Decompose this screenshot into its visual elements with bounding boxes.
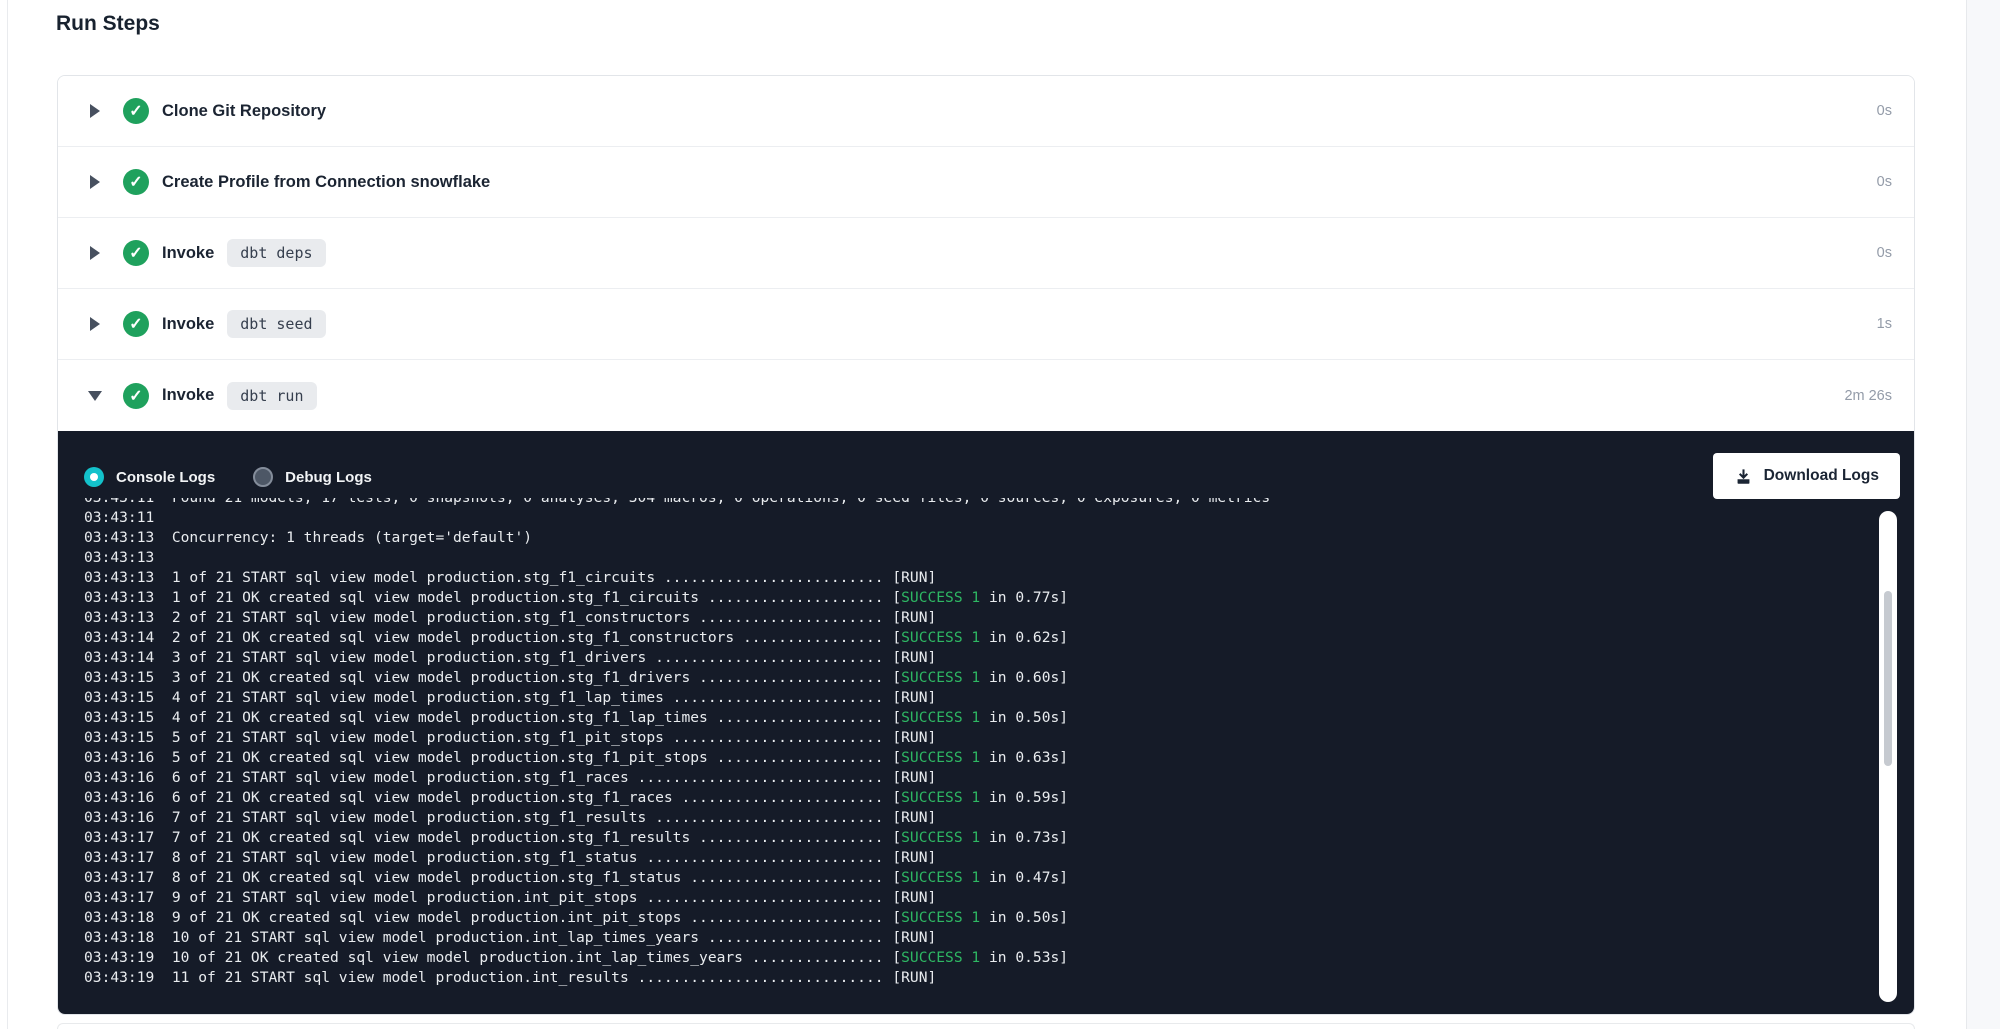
step-duration: 0s [1877, 245, 1914, 261]
step-row-0[interactable]: ✓ Clone Git Repository 0s [58, 76, 1914, 147]
log-line: 03:43:15 4 of 21 START sql view model pr… [84, 688, 1870, 708]
log-line: 03:43:17 7 of 21 OK created sql view mod… [84, 828, 1870, 848]
success-check-icon: ✓ [123, 383, 149, 409]
step-duration: 2m 26s [1844, 388, 1914, 404]
log-line: 03:43:16 5 of 21 OK created sql view mod… [84, 748, 1870, 768]
command-pill: dbt run [227, 382, 316, 410]
download-logs-label: Download Logs [1764, 467, 1879, 485]
run-steps-list: ✓ Clone Git Repository 0s ✓ Create Profile f… [58, 76, 1914, 431]
console-logs-label: Console Logs [116, 469, 215, 486]
command-pill: dbt seed [227, 310, 325, 338]
log-line: 03:43:14 3 of 21 START sql view model pr… [84, 648, 1870, 668]
next-section-top-edge [57, 1023, 1915, 1029]
command-pill: dbt deps [227, 239, 325, 267]
log-line: 03:43:11 Found 21 models, 17 tests, 0 sn… [84, 498, 1870, 508]
step-duration: 0s [1877, 174, 1914, 190]
debug-logs-radio[interactable]: Debug Logs [253, 467, 372, 487]
step-label: Create Profile from Connection snowflake [162, 173, 490, 192]
log-line: 03:43:18 10 of 21 START sql view model p… [84, 928, 1870, 948]
log-line: 03:43:15 3 of 21 OK created sql view mod… [84, 668, 1870, 688]
step-row-1[interactable]: ✓ Create Profile from Connection snowflak… [58, 147, 1914, 218]
log-line: 03:43:16 6 of 21 OK created sql view mod… [84, 788, 1870, 808]
log-line: 03:43:13 1 of 21 OK created sql view mod… [84, 588, 1870, 608]
step-row-2[interactable]: ✓ Invoke dbt deps 0s [58, 218, 1914, 289]
caret-down-icon[interactable] [89, 391, 101, 401]
log-line: 03:43:17 8 of 21 OK created sql view mod… [84, 868, 1870, 888]
debug-logs-label: Debug Logs [285, 469, 372, 486]
log-line: 03:43:13 [84, 548, 1870, 568]
success-check-icon: ✓ [123, 311, 149, 337]
caret-right-icon[interactable] [89, 317, 101, 331]
step-label: Invoke [162, 315, 214, 334]
log-line: 03:43:16 6 of 21 START sql view model pr… [84, 768, 1870, 788]
log-scrollbar-thumb[interactable] [1884, 591, 1892, 766]
log-line: 03:43:19 11 of 21 START sql view model p… [84, 968, 1870, 987]
log-line: 03:43:15 5 of 21 START sql view model pr… [84, 728, 1870, 748]
run-steps-card: ✓ Clone Git Repository 0s ✓ Create Profile f… [57, 75, 1915, 1015]
success-check-icon: ✓ [123, 169, 149, 195]
step-label: Clone Git Repository [162, 102, 326, 121]
log-viewport: 03:43:11 Found 21 models, 17 tests, 0 sn… [84, 498, 1870, 987]
radio-unselected-icon[interactable] [253, 467, 273, 487]
success-check-icon: ✓ [123, 98, 149, 124]
step-row-3[interactable]: ✓ Invoke dbt seed 1s [58, 289, 1914, 360]
log-line: 03:43:15 4 of 21 OK created sql view mod… [84, 708, 1870, 728]
console-logs-radio[interactable]: Console Logs [84, 467, 215, 487]
step-duration: 0s [1877, 103, 1914, 119]
page-title: Run Steps [56, 12, 160, 36]
step-label: Invoke [162, 244, 214, 263]
caret-shape [90, 104, 100, 118]
download-logs-button[interactable]: Download Logs [1713, 453, 1900, 499]
log-line: 03:43:11 [84, 508, 1870, 528]
caret-shape [90, 246, 100, 260]
caret-shape [88, 391, 102, 401]
caret-shape [90, 317, 100, 331]
left-panel-divider [7, 0, 8, 1029]
log-scrollbar-track[interactable] [1879, 511, 1897, 1002]
log-lines: 03:43:11 Found 21 models, 17 tests, 0 sn… [84, 498, 1870, 987]
step-row-4[interactable]: ✓ Invoke dbt run 2m 26s [58, 360, 1914, 431]
log-line: 03:43:17 8 of 21 START sql view model pr… [84, 848, 1870, 868]
log-line: 03:43:13 Concurrency: 1 threads (target=… [84, 528, 1870, 548]
step-label: Invoke [162, 386, 214, 405]
step-duration: 1s [1877, 316, 1914, 332]
log-line: 03:43:17 9 of 21 START sql view model pr… [84, 888, 1870, 908]
log-line: 03:43:18 9 of 21 OK created sql view mod… [84, 908, 1870, 928]
caret-right-icon[interactable] [89, 246, 101, 260]
console-log-panel: Console Logs Debug Logs Download Logs 03… [58, 431, 1914, 1014]
log-line: 03:43:14 2 of 21 OK created sql view mod… [84, 628, 1870, 648]
caret-right-icon[interactable] [89, 104, 101, 118]
log-line: 03:43:13 1 of 21 START sql view model pr… [84, 568, 1870, 588]
log-line: 03:43:19 10 of 21 OK created sql view mo… [84, 948, 1870, 968]
log-line: 03:43:16 7 of 21 START sql view model pr… [84, 808, 1870, 828]
log-type-radio-group: Console Logs Debug Logs [84, 467, 372, 487]
success-check-icon: ✓ [123, 240, 149, 266]
radio-selected-icon[interactable] [84, 467, 104, 487]
download-icon [1734, 467, 1753, 486]
right-page-rail [1966, 0, 2000, 1029]
caret-right-icon[interactable] [89, 175, 101, 189]
log-line: 03:43:13 2 of 21 START sql view model pr… [84, 608, 1870, 628]
caret-shape [90, 175, 100, 189]
